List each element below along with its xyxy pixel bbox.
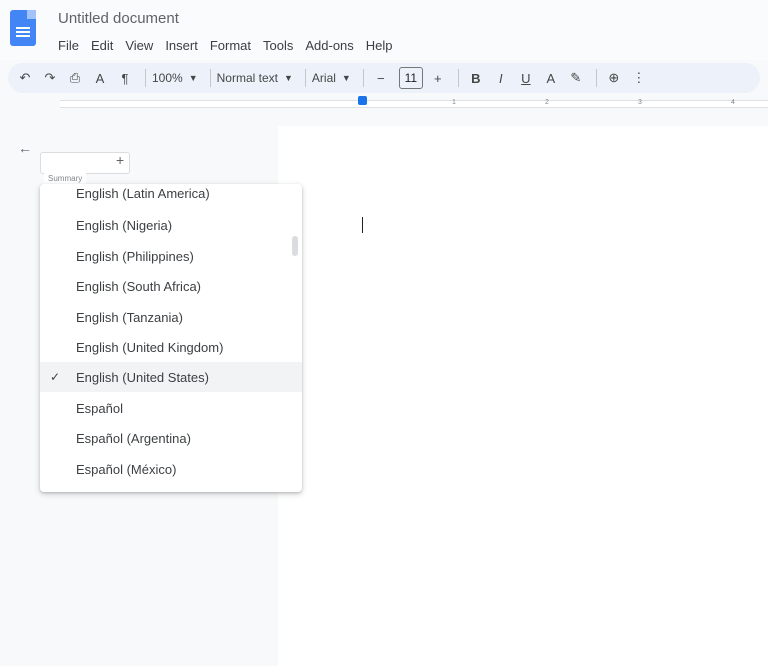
font-size-input[interactable]: 11: [398, 67, 423, 89]
italic-button[interactable]: I: [490, 67, 512, 89]
chevron-down-icon: ▼: [283, 73, 293, 83]
language-option-selected[interactable]: ✓ English (United States): [40, 362, 302, 392]
redo-icon[interactable]: ↷: [39, 67, 61, 89]
chevron-down-icon: ▼: [341, 73, 351, 83]
toolbar-divider: [595, 69, 597, 87]
paint-format-icon[interactable]: ¶: [114, 67, 136, 89]
font-select[interactable]: Arial ▼: [312, 71, 351, 85]
toolbar-divider: [362, 69, 364, 87]
language-option-label: Español (Argentina): [76, 430, 191, 446]
language-option[interactable]: Español (Argentina): [40, 423, 302, 453]
language-option-label: English (Latin America): [76, 185, 210, 201]
language-option[interactable]: English (South Africa): [40, 271, 302, 301]
docs-logo-icon[interactable]: [10, 10, 36, 46]
toolbar: ↶ ↷ ⎙ A ¶ 100% ▼ Normal text ▼ Arial ▼ − 11…: [8, 63, 760, 93]
language-option[interactable]: English (Tanzania): [40, 302, 302, 332]
font-size-decrease-button[interactable]: −: [370, 67, 392, 89]
title-bar: Untitled document File Edit View Insert …: [0, 0, 768, 60]
language-option-label: English (United States): [76, 369, 209, 385]
chevron-down-icon: ▼: [188, 73, 198, 83]
spellcheck-icon[interactable]: A: [89, 67, 111, 89]
highlight-icon[interactable]: ✎: [565, 67, 587, 89]
menu-help[interactable]: Help: [360, 36, 399, 55]
font-value: Arial: [311, 71, 336, 85]
language-option-label: Español (México): [76, 461, 177, 477]
toolbar-divider: [457, 69, 459, 87]
language-option-label: Español: [76, 400, 123, 416]
language-option-label: English (Nigeria): [76, 217, 173, 233]
ruler: 1 2 3 4: [0, 96, 768, 112]
language-option-label: English (South Africa): [76, 278, 202, 294]
ruler-tick: 3: [638, 99, 642, 106]
toolbar-divider: [209, 69, 211, 87]
language-option[interactable]: English (Philippines): [40, 241, 302, 271]
language-option[interactable]: Español (México): [40, 454, 302, 484]
style-select[interactable]: Normal text ▼: [217, 71, 293, 85]
document-page[interactable]: [278, 126, 768, 666]
menu-view[interactable]: View: [119, 36, 159, 55]
ruler-tick: 1: [452, 99, 456, 106]
add-icon[interactable]: +: [116, 152, 124, 168]
menu-addons[interactable]: Add-ons: [299, 36, 359, 55]
ruler-tick: 4: [731, 99, 735, 106]
ruler-track: [60, 100, 768, 108]
menu-bar: File Edit View Insert Format Tools Add-o…: [52, 36, 399, 55]
bold-button[interactable]: B: [465, 67, 487, 89]
zoom-select[interactable]: 100% ▼: [152, 71, 198, 85]
language-option[interactable]: English (United Kingdom): [40, 332, 302, 362]
menu-file[interactable]: File: [52, 36, 85, 55]
menu-format[interactable]: Format: [204, 36, 257, 55]
menu-scrollbar[interactable]: [292, 236, 298, 256]
language-option[interactable]: Español: [40, 393, 302, 423]
language-menu: English (Latin America) English (Nigeria…: [40, 184, 302, 492]
font-size-increase-button[interactable]: +: [427, 67, 449, 89]
text-cursor: [362, 217, 363, 233]
ruler-tick: 2: [545, 99, 549, 106]
language-option-label: English (Philippines): [76, 248, 194, 264]
language-option[interactable]: English (Latin America): [40, 184, 302, 208]
underline-button[interactable]: U: [515, 67, 537, 89]
language-option-label: English (Tanzania): [76, 309, 183, 325]
undo-icon[interactable]: ↶: [14, 67, 36, 89]
menu-edit[interactable]: Edit: [85, 36, 119, 55]
toolbar-divider: [304, 69, 306, 87]
link-icon[interactable]: ⊕: [603, 67, 625, 89]
checkmark-icon: ✓: [50, 370, 61, 384]
text-color-button[interactable]: A: [540, 67, 562, 89]
language-option[interactable]: English (Nigeria): [40, 210, 302, 240]
style-value: Normal text: [216, 71, 278, 85]
menu-insert[interactable]: Insert: [159, 36, 204, 55]
document-title[interactable]: Untitled document: [58, 10, 179, 27]
ruler-indent-marker[interactable]: [358, 96, 367, 105]
print-icon[interactable]: ⎙: [64, 67, 86, 89]
tooltip: Summary: [44, 173, 87, 184]
zoom-value: 100%: [152, 71, 183, 85]
toolbar-divider: [145, 69, 146, 87]
back-arrow-icon[interactable]: ←: [18, 140, 32, 156]
more-options-icon[interactable]: ⋮: [628, 67, 650, 89]
language-option-label: English (United Kingdom): [76, 339, 224, 355]
menu-tools[interactable]: Tools: [257, 36, 299, 55]
